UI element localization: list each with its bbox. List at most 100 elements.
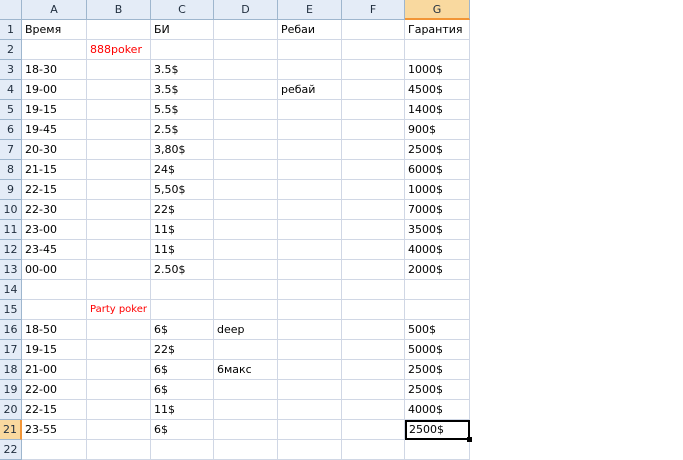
cell-b6[interactable] <box>87 120 151 140</box>
column-header-c[interactable]: C <box>151 0 214 20</box>
cell-d21[interactable] <box>214 420 278 440</box>
cell-f16[interactable] <box>342 320 405 340</box>
cell-f18[interactable] <box>342 360 405 380</box>
cell-c14[interactable] <box>151 280 214 300</box>
cell-f21[interactable] <box>342 420 405 440</box>
cell-c7[interactable]: 3,80$ <box>151 140 214 160</box>
cell-g7[interactable]: 2500$ <box>405 140 470 160</box>
cell-d14[interactable] <box>214 280 278 300</box>
cell-f6[interactable] <box>342 120 405 140</box>
cell-d20[interactable] <box>214 400 278 420</box>
column-header-e[interactable]: E <box>278 0 342 20</box>
cell-g20[interactable]: 4000$ <box>405 400 470 420</box>
row-header-5[interactable]: 5 <box>0 100 22 120</box>
cell-c16[interactable]: 6$ <box>151 320 214 340</box>
cell-d18[interactable]: 6макс <box>214 360 278 380</box>
cell-g16[interactable]: 500$ <box>405 320 470 340</box>
column-header-d[interactable]: D <box>214 0 278 20</box>
cell-f4[interactable] <box>342 80 405 100</box>
row-header-7[interactable]: 7 <box>0 140 22 160</box>
cell-d2[interactable] <box>214 40 278 60</box>
cell-a10[interactable]: 22-30 <box>22 200 87 220</box>
cell-e16[interactable] <box>278 320 342 340</box>
cell-g11[interactable]: 3500$ <box>405 220 470 240</box>
cell-f7[interactable] <box>342 140 405 160</box>
row-header-16[interactable]: 16 <box>0 320 22 340</box>
cell-a7[interactable]: 20-30 <box>22 140 87 160</box>
cell-c22[interactable] <box>151 440 214 460</box>
column-header-a[interactable]: A <box>22 0 87 20</box>
cell-b10[interactable] <box>87 200 151 220</box>
cell-a13[interactable]: 00-00 <box>22 260 87 280</box>
cell-d11[interactable] <box>214 220 278 240</box>
cell-c5[interactable]: 5.5$ <box>151 100 214 120</box>
row-header-3[interactable]: 3 <box>0 60 22 80</box>
cell-b8[interactable] <box>87 160 151 180</box>
cell-f2[interactable] <box>342 40 405 60</box>
cell-c21[interactable]: 6$ <box>151 420 214 440</box>
column-header-b[interactable]: B <box>87 0 151 20</box>
row-header-22[interactable]: 22 <box>0 440 22 460</box>
row-header-2[interactable]: 2 <box>0 40 22 60</box>
cell-g6[interactable]: 900$ <box>405 120 470 140</box>
cell-f17[interactable] <box>342 340 405 360</box>
cell-b11[interactable] <box>87 220 151 240</box>
cell-e9[interactable] <box>278 180 342 200</box>
column-header-g[interactable]: G <box>405 0 470 20</box>
cell-a17[interactable]: 19-15 <box>22 340 87 360</box>
row-header-20[interactable]: 20 <box>0 400 22 420</box>
row-header-9[interactable]: 9 <box>0 180 22 200</box>
cell-d10[interactable] <box>214 200 278 220</box>
cell-f13[interactable] <box>342 260 405 280</box>
row-header-8[interactable]: 8 <box>0 160 22 180</box>
cell-a2[interactable] <box>22 40 87 60</box>
cell-f9[interactable] <box>342 180 405 200</box>
cell-e17[interactable] <box>278 340 342 360</box>
cell-b1[interactable] <box>87 20 151 40</box>
cell-c2[interactable] <box>151 40 214 60</box>
cell-g2[interactable] <box>405 40 470 60</box>
cell-c15[interactable] <box>151 300 214 320</box>
cell-d13[interactable] <box>214 260 278 280</box>
cell-g14[interactable] <box>405 280 470 300</box>
row-header-1[interactable]: 1 <box>0 20 22 40</box>
cell-f12[interactable] <box>342 240 405 260</box>
cell-f11[interactable] <box>342 220 405 240</box>
cell-e14[interactable] <box>278 280 342 300</box>
cell-b17[interactable] <box>87 340 151 360</box>
cell-d5[interactable] <box>214 100 278 120</box>
cell-b15[interactable]: Party poker <box>87 300 151 320</box>
cell-c18[interactable]: 6$ <box>151 360 214 380</box>
cell-f20[interactable] <box>342 400 405 420</box>
column-header-f[interactable]: F <box>342 0 405 20</box>
row-header-12[interactable]: 12 <box>0 240 22 260</box>
cell-b16[interactable] <box>87 320 151 340</box>
cell-d16[interactable]: deep <box>214 320 278 340</box>
cell-f19[interactable] <box>342 380 405 400</box>
cell-g13[interactable]: 2000$ <box>405 260 470 280</box>
cell-e22[interactable] <box>278 440 342 460</box>
cell-g12[interactable]: 4000$ <box>405 240 470 260</box>
cell-e8[interactable] <box>278 160 342 180</box>
cell-e7[interactable] <box>278 140 342 160</box>
cell-e19[interactable] <box>278 380 342 400</box>
cell-c1[interactable]: БИ <box>151 20 214 40</box>
cell-g8[interactable]: 6000$ <box>405 160 470 180</box>
cell-e18[interactable] <box>278 360 342 380</box>
cell-g4[interactable]: 4500$ <box>405 80 470 100</box>
cell-a21[interactable]: 23-55 <box>22 420 87 440</box>
cell-a22[interactable] <box>22 440 87 460</box>
cell-a16[interactable]: 18-50 <box>22 320 87 340</box>
row-header-6[interactable]: 6 <box>0 120 22 140</box>
cell-d15[interactable] <box>214 300 278 320</box>
cell-f5[interactable] <box>342 100 405 120</box>
cell-e15[interactable] <box>278 300 342 320</box>
cell-d19[interactable] <box>214 380 278 400</box>
cell-a20[interactable]: 22-15 <box>22 400 87 420</box>
cell-b21[interactable] <box>87 420 151 440</box>
cell-e6[interactable] <box>278 120 342 140</box>
cell-a15[interactable] <box>22 300 87 320</box>
cell-b2[interactable]: 888poker <box>87 40 151 60</box>
cell-d22[interactable] <box>214 440 278 460</box>
cell-e20[interactable] <box>278 400 342 420</box>
